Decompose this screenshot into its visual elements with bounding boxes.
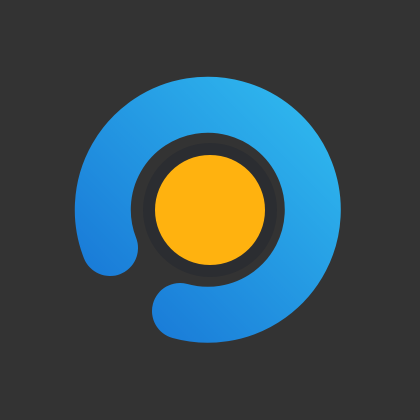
- center-dot: [155, 155, 265, 265]
- app-icon-canvas: [0, 0, 420, 420]
- logo-icon: [74, 76, 341, 343]
